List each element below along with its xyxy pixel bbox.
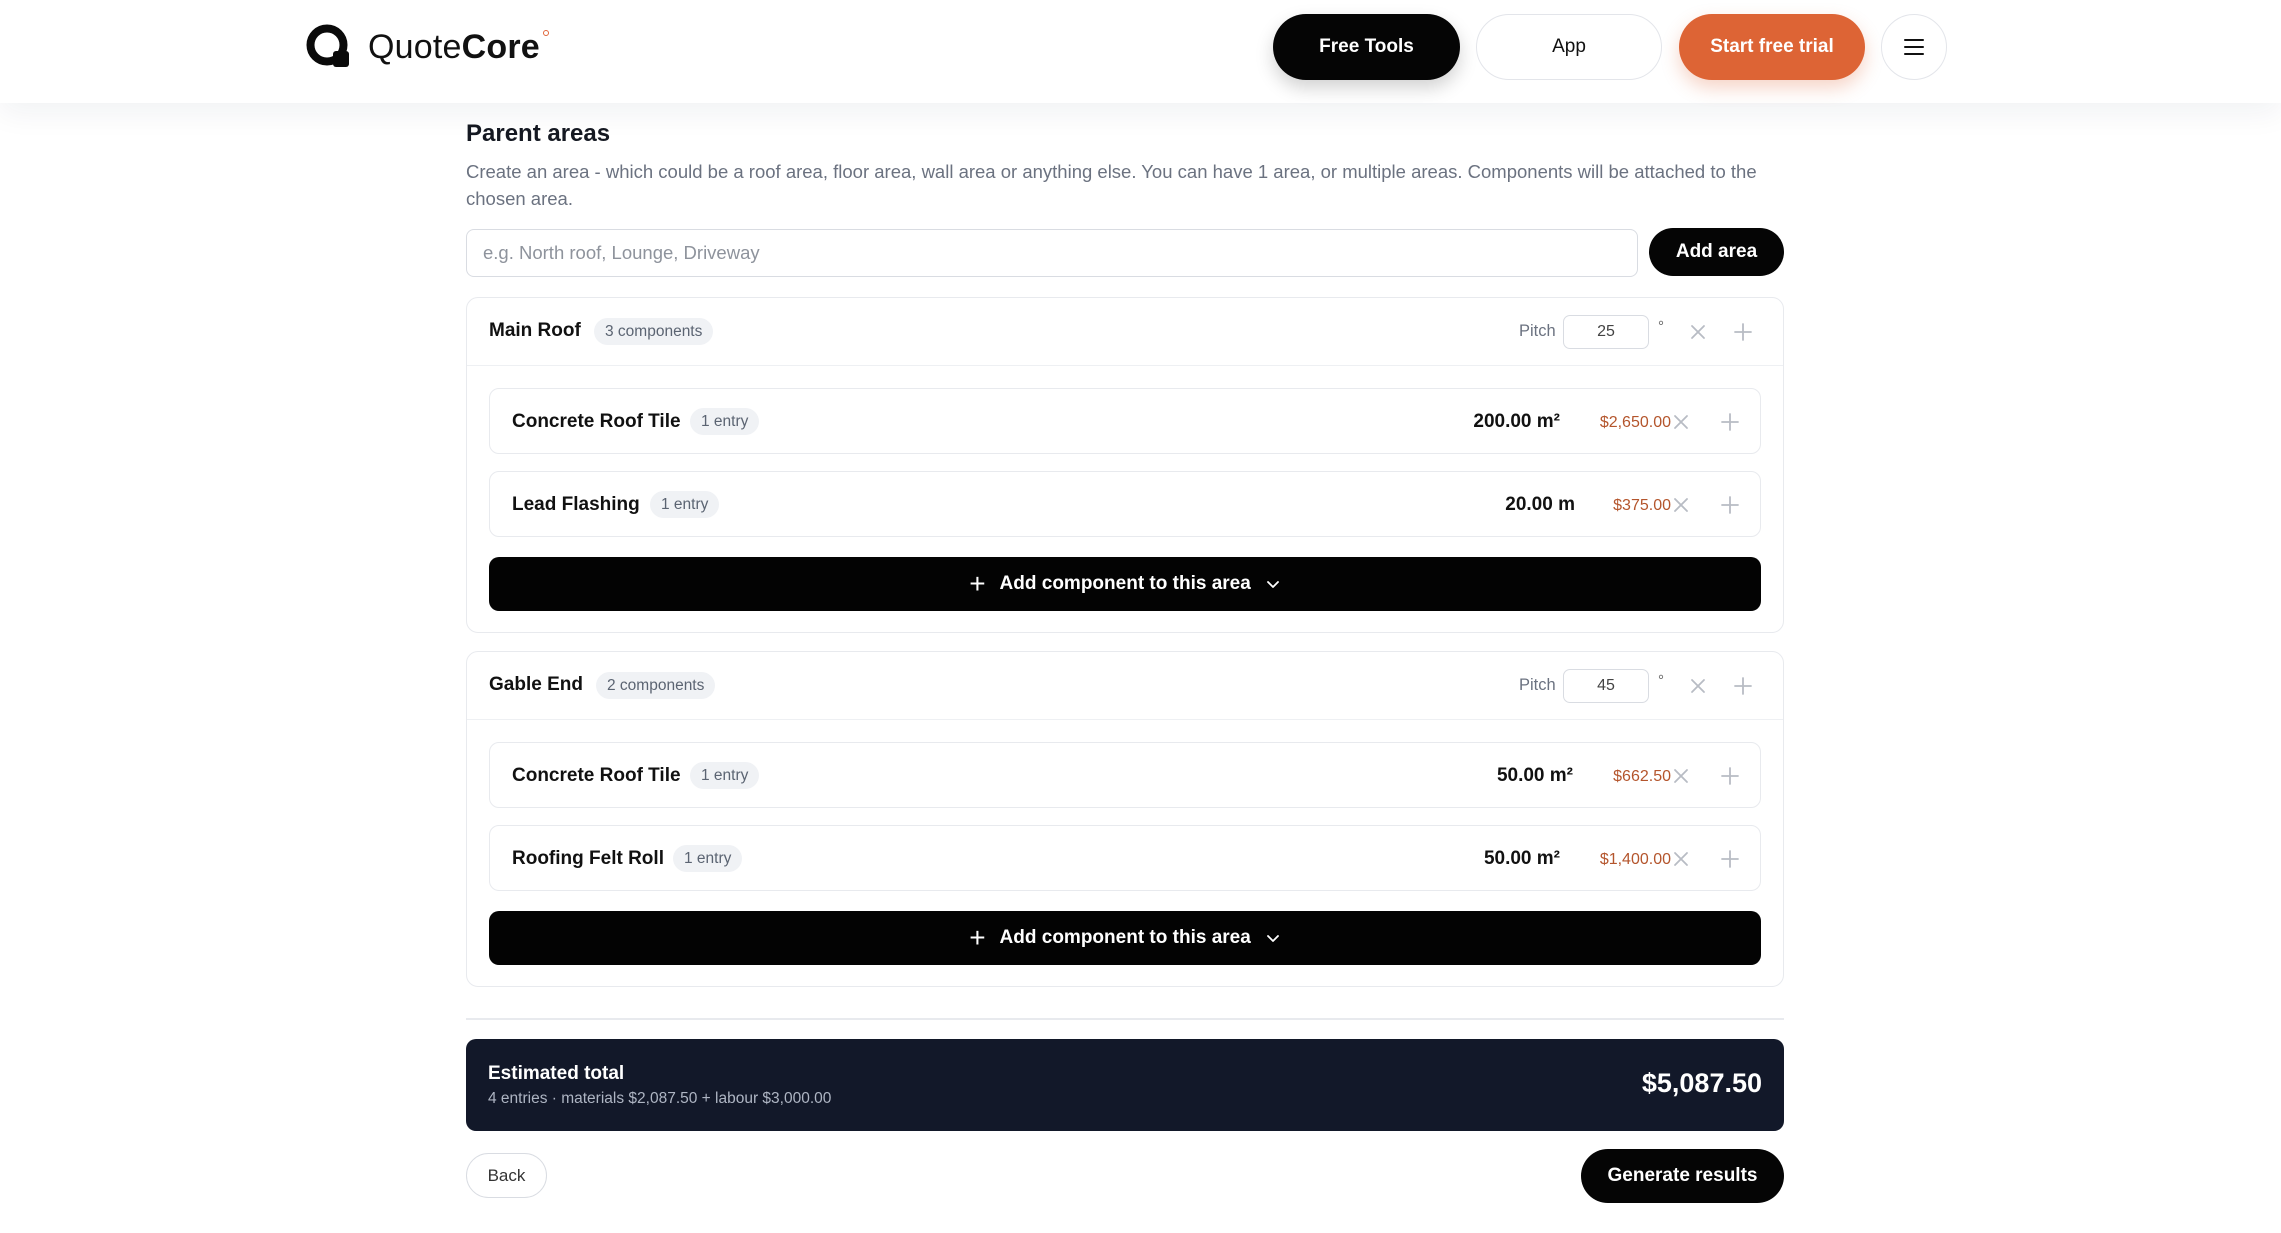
pitch-label: Pitch bbox=[1519, 322, 1556, 340]
total-summary: 4 entries · materials $2,087.50 + labour… bbox=[488, 1090, 832, 1107]
component-price: $375.00 bbox=[1613, 497, 1671, 514]
entry-count-badge: 1 entry bbox=[690, 762, 760, 789]
expand-component-button[interactable] bbox=[1719, 411, 1741, 433]
close-icon bbox=[1674, 498, 1688, 512]
plus-icon bbox=[1721, 413, 1739, 431]
expand-area-button[interactable] bbox=[1732, 675, 1754, 697]
plus-icon bbox=[1734, 677, 1752, 695]
plus-icon bbox=[1721, 496, 1739, 514]
component-name: Concrete Roof Tile bbox=[512, 411, 681, 432]
brand-logo[interactable]: QuoteCore bbox=[306, 24, 549, 70]
remove-component-button[interactable] bbox=[1670, 848, 1692, 870]
remove-area-button[interactable] bbox=[1687, 321, 1709, 343]
total-title: Estimated total bbox=[488, 1063, 625, 1084]
area-card-gable-end: Gable End 2 components Pitch ° Concrete … bbox=[466, 651, 1784, 987]
component-count-badge: 2 components bbox=[596, 672, 716, 699]
component-row[interactable]: Concrete Roof Tile 1 entry 200.00 m² $2,… bbox=[489, 388, 1761, 454]
plus-icon bbox=[1721, 850, 1739, 868]
entry-count-badge: 1 entry bbox=[690, 408, 760, 435]
expand-component-button[interactable] bbox=[1719, 765, 1741, 787]
add-component-button[interactable]: + Add component to this area bbox=[489, 557, 1761, 611]
entry-count-badge: 1 entry bbox=[673, 845, 743, 872]
component-price: $2,650.00 bbox=[1599, 414, 1671, 431]
component-row[interactable]: Lead Flashing 1 entry 20.00 m $375.00 bbox=[489, 471, 1761, 537]
add-area-button[interactable]: Add area bbox=[1649, 228, 1784, 276]
area-name: Main Roof bbox=[489, 320, 581, 341]
close-icon bbox=[1674, 769, 1688, 783]
component-quantity: 50.00 m² bbox=[1496, 765, 1573, 786]
component-price: $662.50 bbox=[1613, 768, 1671, 785]
add-component-label: Add component to this area bbox=[999, 927, 1251, 948]
area-name-input[interactable] bbox=[466, 229, 1638, 277]
close-icon bbox=[1691, 325, 1705, 339]
expand-area-button[interactable] bbox=[1732, 321, 1754, 343]
section-title: Parent areas bbox=[466, 120, 611, 147]
pitch-input[interactable] bbox=[1563, 669, 1649, 703]
brand-name-bold: Core bbox=[461, 27, 540, 66]
app-button[interactable]: App bbox=[1476, 14, 1662, 80]
plus-icon: + bbox=[969, 568, 986, 599]
entry-count-badge: 1 entry bbox=[650, 491, 720, 518]
component-row[interactable]: Concrete Roof Tile 1 entry 50.00 m² $662… bbox=[489, 742, 1761, 808]
component-row[interactable]: Roofing Felt Roll 1 entry 50.00 m² $1,40… bbox=[489, 825, 1761, 891]
brand-name: QuoteCore bbox=[368, 27, 549, 67]
component-count-badge: 3 components bbox=[594, 318, 714, 345]
remove-component-button[interactable] bbox=[1670, 765, 1692, 787]
remove-component-button[interactable] bbox=[1670, 411, 1692, 433]
divider bbox=[466, 1018, 1784, 1020]
brand-dot-icon bbox=[542, 29, 549, 36]
component-name: Roofing Felt Roll bbox=[512, 848, 664, 869]
component-name: Lead Flashing bbox=[512, 494, 640, 515]
section-description: Create an area - which could be a roof a… bbox=[466, 161, 1757, 209]
remove-component-button[interactable] bbox=[1670, 494, 1692, 516]
hamburger-menu-icon bbox=[1904, 39, 1924, 56]
pitch-label: Pitch bbox=[1519, 676, 1556, 694]
generate-results-button[interactable]: Generate results bbox=[1581, 1149, 1784, 1203]
back-button[interactable]: Back bbox=[466, 1153, 547, 1198]
total-amount: $5,087.50 bbox=[1641, 1068, 1762, 1098]
close-icon bbox=[1674, 415, 1688, 429]
degree-unit: ° bbox=[1658, 672, 1664, 689]
plus-icon bbox=[1721, 767, 1739, 785]
chevron-down-icon bbox=[1266, 581, 1279, 588]
component-quantity: 20.00 m bbox=[1505, 494, 1575, 515]
site-header: QuoteCore Free Tools App Start free tria… bbox=[0, 0, 2281, 103]
component-name: Concrete Roof Tile bbox=[512, 765, 681, 786]
quotecore-logo-icon bbox=[306, 24, 349, 67]
expand-component-button[interactable] bbox=[1719, 848, 1741, 870]
start-free-trial-button[interactable]: Start free trial bbox=[1679, 14, 1865, 80]
close-icon bbox=[1674, 852, 1688, 866]
add-component-button[interactable]: + Add component to this area bbox=[489, 911, 1761, 965]
plus-icon bbox=[1734, 323, 1752, 341]
remove-area-button[interactable] bbox=[1687, 675, 1709, 697]
free-tools-button[interactable]: Free Tools bbox=[1273, 14, 1460, 80]
component-quantity: 50.00 m² bbox=[1483, 848, 1560, 869]
degree-unit: ° bbox=[1658, 318, 1664, 335]
estimated-total-panel: Estimated total 4 entries · materials $2… bbox=[466, 1039, 1784, 1131]
chevron-down-icon bbox=[1266, 935, 1279, 942]
area-name: Gable End bbox=[489, 674, 583, 695]
area-card-main-roof: Main Roof 3 components Pitch ° Concrete … bbox=[466, 297, 1784, 633]
component-price: $1,400.00 bbox=[1599, 851, 1671, 868]
brand-name-light: Quote bbox=[368, 27, 462, 66]
pitch-input[interactable] bbox=[1563, 315, 1649, 349]
add-component-label: Add component to this area bbox=[999, 573, 1251, 594]
menu-button[interactable] bbox=[1881, 14, 1947, 80]
area-header: Gable End 2 components Pitch ° bbox=[467, 652, 1783, 720]
component-quantity: 200.00 m² bbox=[1473, 411, 1560, 432]
close-icon bbox=[1691, 679, 1705, 693]
area-header: Main Roof 3 components Pitch ° bbox=[467, 298, 1783, 366]
expand-component-button[interactable] bbox=[1719, 494, 1741, 516]
plus-icon: + bbox=[969, 922, 986, 953]
